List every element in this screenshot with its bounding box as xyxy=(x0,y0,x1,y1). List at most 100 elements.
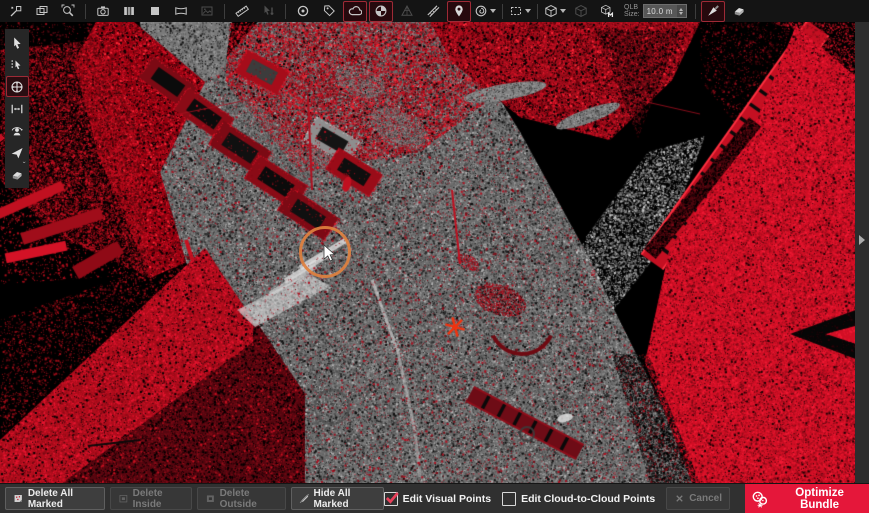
active-tool-marker-icon xyxy=(0,134,5,142)
viewport-3d: ˇ xyxy=(0,22,869,483)
image-view-icon xyxy=(200,4,214,18)
qlb-size-label: QLBSize: xyxy=(624,4,640,19)
zoom-region-button[interactable] xyxy=(56,1,80,22)
scan-sphere-toggle-button[interactable] xyxy=(369,1,393,22)
optimize-bundle-icon xyxy=(751,489,770,509)
delete-all-marked-label: Delete All Marked xyxy=(28,488,97,510)
fly-plane-icon xyxy=(10,146,24,160)
orbit-person-icon xyxy=(10,124,24,138)
pan-tool-button[interactable] xyxy=(6,76,29,97)
disc-icon xyxy=(296,4,310,18)
optimize-bundle-button[interactable]: Optimize Bundle xyxy=(745,484,869,513)
select-arrow-icon xyxy=(10,36,24,50)
split-columns-icon xyxy=(122,4,136,18)
top-toolbar: QLBSize: 10.0 m ˇ xyxy=(0,0,869,22)
box-3d-m-icon xyxy=(600,4,614,18)
qlb-label-line1: QLB xyxy=(624,4,640,12)
panorama-view-button[interactable] xyxy=(169,1,193,22)
edit-options-group: Edit Visual Points Edit Cloud-to-Cloud P… xyxy=(384,484,869,513)
panorama-view-icon xyxy=(174,4,188,18)
dropdown-caret-icon: ˇ xyxy=(745,0,748,6)
distance-tool-button[interactable] xyxy=(6,98,29,119)
camera-view-button[interactable] xyxy=(91,1,115,22)
toolbar-separator xyxy=(537,4,538,19)
clear-tool-button[interactable]: ˇ xyxy=(6,164,29,185)
split-view-button[interactable] xyxy=(117,1,141,22)
zoom-region-icon xyxy=(61,4,75,18)
cancel-button: Cancel xyxy=(666,487,730,510)
delete-all-marked-button[interactable]: Delete All Marked xyxy=(5,487,105,510)
delete-outside-label: Delete Outside xyxy=(220,488,278,510)
qlb-label-line2: Size: xyxy=(624,11,640,19)
orbit-tool-button[interactable] xyxy=(6,120,29,141)
range-distance-icon xyxy=(10,102,24,116)
point-cloud-toggle-button[interactable] xyxy=(343,1,367,22)
cancel-label: Cancel xyxy=(689,493,722,504)
dropdown-caret-icon xyxy=(490,9,496,13)
selection-mode-menu-button[interactable] xyxy=(508,1,532,22)
qlb-size-value: 10.0 m xyxy=(644,7,677,16)
filter-menu-button[interactable] xyxy=(473,1,497,22)
tag-display-button[interactable] xyxy=(317,1,341,22)
dropdown-caret-icon: ˇ xyxy=(23,162,26,169)
square-view-icon xyxy=(148,4,162,18)
hide-marked-icon xyxy=(299,492,310,505)
delete-inside-button: Delete Inside xyxy=(110,487,192,510)
fly-tool-button[interactable] xyxy=(6,142,29,163)
single-view-button[interactable] xyxy=(143,1,167,22)
cascade-windows-icon xyxy=(35,4,49,18)
eraser-tool-button[interactable]: ˇ xyxy=(727,1,751,22)
expand-right-panel-arrow-icon[interactable] xyxy=(859,235,865,245)
checkbox-checked-icon xyxy=(384,492,398,506)
transform-wand-button[interactable] xyxy=(4,1,28,22)
edit-visual-points-label: Edit Visual Points xyxy=(403,493,492,505)
ruler-icon xyxy=(235,4,249,18)
clip-box-menu-button[interactable] xyxy=(543,1,567,22)
rect-select-icon xyxy=(509,4,523,18)
edge-measure-button[interactable] xyxy=(421,1,445,22)
target-display-button[interactable] xyxy=(291,1,315,22)
location-pin-icon xyxy=(452,4,466,18)
clip-box-m-button[interactable] xyxy=(595,1,619,22)
camera-icon xyxy=(96,4,110,18)
delete-inside-icon xyxy=(118,492,129,505)
close-x-icon xyxy=(674,493,685,504)
transform-wand-icon xyxy=(9,4,23,18)
measure-tool-button[interactable] xyxy=(230,1,254,22)
scan-positions-toggle-button[interactable] xyxy=(447,1,471,22)
delete-outside-icon xyxy=(205,492,216,505)
edit-cloud-to-cloud-points-checkbox[interactable]: Edit Cloud-to-Cloud Points xyxy=(502,492,655,506)
cloud-icon xyxy=(348,4,362,18)
multi-select-tool-button[interactable] xyxy=(6,54,29,75)
dropdown-caret-icon xyxy=(560,9,566,13)
mouse-cursor-icon xyxy=(321,244,337,264)
patch-brush-tool-button[interactable] xyxy=(701,1,725,22)
eraser-3d-icon xyxy=(10,168,24,182)
edit-visual-points-checkbox[interactable]: Edit Visual Points xyxy=(384,492,492,506)
tag-icon xyxy=(322,4,336,18)
mesh-toggle-button xyxy=(395,1,419,22)
image-view-button xyxy=(195,1,219,22)
eraser-3d-icon xyxy=(732,4,746,18)
left-tool-panel: ˇ xyxy=(5,29,29,188)
point-cloud-canvas[interactable] xyxy=(0,22,855,483)
select-tool-button[interactable] xyxy=(6,32,29,53)
arrange-views-button[interactable] xyxy=(30,1,54,22)
toolbar-separator xyxy=(224,4,225,19)
right-panel-strip xyxy=(855,22,869,483)
edit-cloud-to-cloud-points-label: Edit Cloud-to-Cloud Points xyxy=(521,493,655,505)
application-window: QLBSize: 10.0 m ˇ ˇ Delete All Marked Dele… xyxy=(0,0,869,513)
swirl-filter-icon xyxy=(474,4,488,18)
spinner-icon[interactable] xyxy=(677,5,686,17)
delete-inside-label: Delete Inside xyxy=(133,488,184,510)
box-3d-icon xyxy=(574,4,588,18)
toolbar-separator xyxy=(285,4,286,19)
hide-all-marked-button[interactable]: Hide All Marked xyxy=(291,487,384,510)
wireframe-icon xyxy=(400,4,414,18)
cursor-probe-icon xyxy=(261,4,275,18)
inspect-tool-button xyxy=(256,1,280,22)
checkbox-unchecked-icon xyxy=(502,492,516,506)
qlb-size-input[interactable]: 10.0 m xyxy=(643,4,687,18)
delete-outside-button: Delete Outside xyxy=(197,487,286,510)
hide-all-marked-label: Hide All Marked xyxy=(314,488,376,510)
